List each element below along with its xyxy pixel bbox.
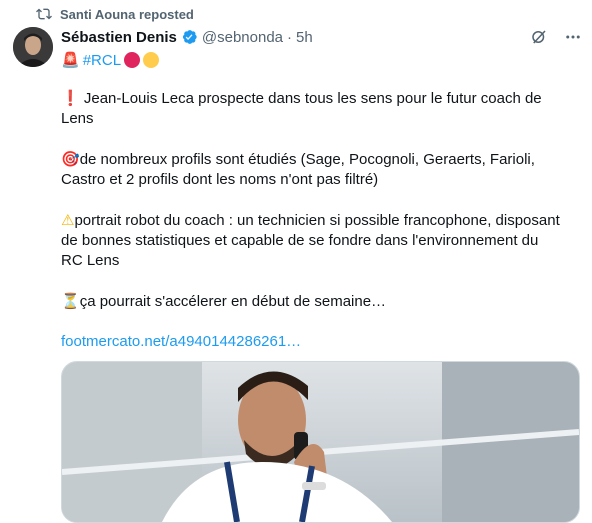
grok-icon[interactable] bbox=[530, 28, 548, 46]
tweet-paragraph-5: footmercato.net/a4940144286261… bbox=[61, 332, 561, 352]
siren-emoji: 🚨 bbox=[61, 51, 80, 69]
yellow-circle-emoji bbox=[143, 52, 160, 68]
avatar[interactable] bbox=[13, 27, 53, 67]
exclamation-emoji: ❗ bbox=[61, 89, 80, 107]
author-handle[interactable]: @sebnonda bbox=[202, 29, 283, 46]
tweet-paragraph-2: 🎯de nombreux profils sont étudiés (Sage,… bbox=[61, 150, 535, 188]
hourglass-emoji: ⏳ bbox=[61, 292, 80, 310]
tweet-paragraph-4: ⏳ça pourrait s'accélerer en début de sem… bbox=[61, 292, 387, 310]
repost-text[interactable]: Santi Aouna reposted bbox=[60, 7, 194, 22]
repost-icon bbox=[36, 8, 52, 20]
timestamp[interactable]: 5h bbox=[296, 29, 313, 46]
warning-emoji: ⚠ bbox=[61, 211, 75, 229]
hashtag-link[interactable]: #RCL bbox=[83, 52, 121, 69]
photo-illustration bbox=[62, 362, 579, 522]
verified-badge-icon[interactable] bbox=[180, 28, 198, 46]
author-name[interactable]: Sébastien Denis bbox=[61, 29, 177, 46]
media-image[interactable] bbox=[61, 361, 580, 523]
header-actions bbox=[530, 28, 582, 46]
repost-indicator[interactable]: Santi Aouna reposted bbox=[36, 6, 194, 22]
tweet-text: ❗ Jean-Louis Leca prospecte dans tous le… bbox=[61, 88, 561, 372]
more-icon[interactable] bbox=[564, 28, 582, 46]
tweet-paragraph-1: ❗ Jean-Louis Leca prospecte dans tous le… bbox=[61, 89, 542, 127]
target-emoji: 🎯 bbox=[61, 150, 80, 168]
avatar-image bbox=[13, 27, 53, 67]
article-link[interactable]: footmercato.net/a4940144286261… bbox=[61, 333, 301, 350]
tweet-header: Sébastien Denis @sebnonda · 5h bbox=[61, 27, 582, 47]
tweet-paragraph-3: ⚠portrait robot du coach : un technicien… bbox=[61, 211, 560, 269]
tweet-tagline: 🚨 #RCL bbox=[61, 50, 160, 70]
separator-dot: · bbox=[287, 28, 293, 46]
red-circle-emoji bbox=[124, 52, 141, 68]
